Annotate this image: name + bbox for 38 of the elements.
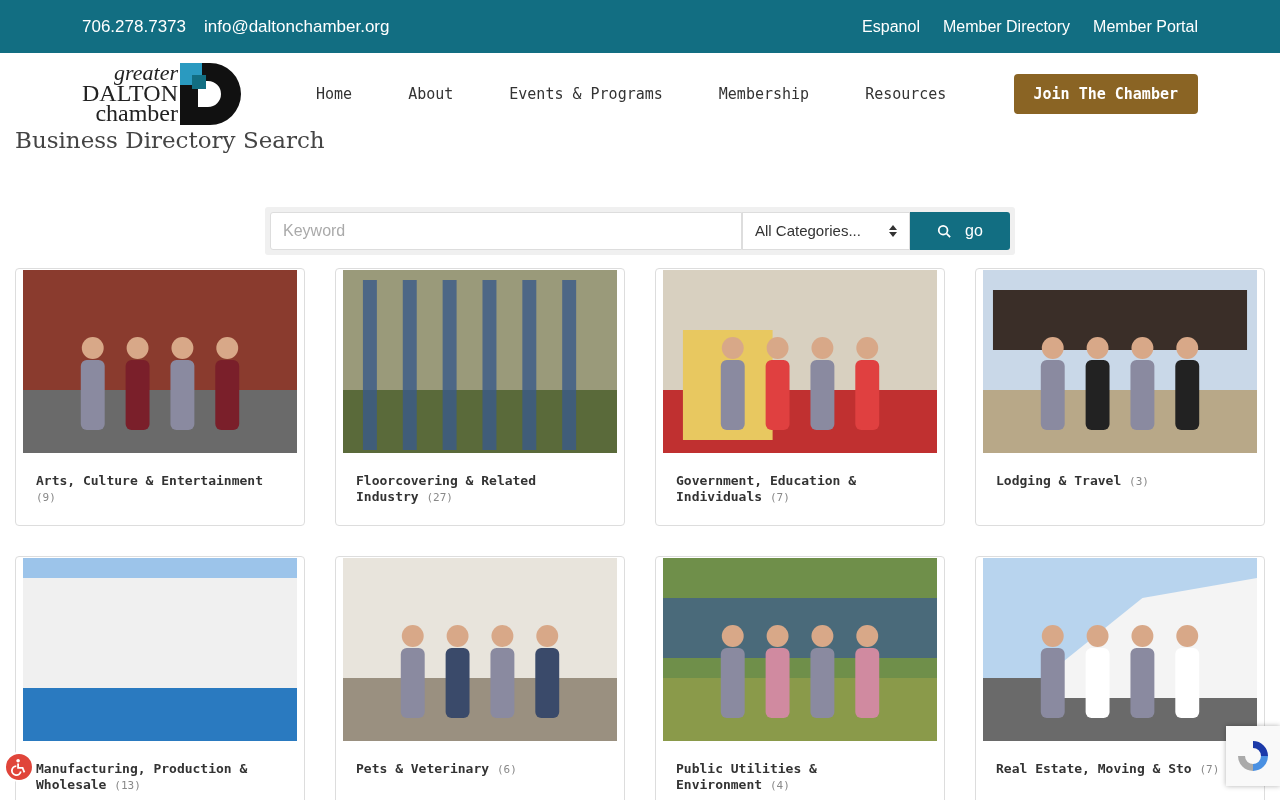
category-label: Government, Education & Individuals (7) [676,473,857,506]
logo-text: greater [114,64,178,83]
category-card[interactable]: Arts, Culture & Entertainment (9) [15,268,305,526]
category-card[interactable]: Lodging & Travel (3) [975,268,1265,526]
category-label: Arts, Culture & Entertainment (9) [36,473,264,506]
sort-arrows-icon [889,225,897,237]
nav-link[interactable]: Home [316,82,353,106]
logo-text: chamber [95,103,178,124]
category-card[interactable]: Pets & Veterinary (6) [335,556,625,800]
search-icon [937,224,952,238]
category-card[interactable]: Floorcovering & Related Industry (27) [335,268,625,526]
join-button[interactable]: Join The Chamber [1013,74,1198,114]
category-card[interactable]: Public Utilities & Environment (4) [655,556,945,800]
category-label: Public Utilities & Environment (4) [676,761,818,794]
top-link[interactable]: Member Directory [942,14,1071,39]
search-button[interactable]: go [910,212,1010,250]
category-label: Pets & Veterinary (6) [356,761,518,778]
page-title: Business Directory Search [14,127,326,153]
nav-link[interactable]: About [408,82,454,106]
logo-mark-icon [180,63,242,125]
nav-link[interactable]: Events & Programs [509,82,663,106]
top-link[interactable]: Espanol [862,14,920,39]
top-link[interactable]: Member Portal [1093,14,1198,39]
keyword-field[interactable]: Keyword [270,212,742,250]
category-card[interactable]: Real Estate, Moving & Sto (7) [975,556,1265,800]
email-link[interactable]: info@daltonchamber.org [204,13,390,40]
category-label: Manufacturing, Production & Wholesale (13) [36,761,249,794]
category-card[interactable]: Government, Education & Individuals (7) [655,268,945,526]
category-label: Real Estate, Moving & Sto (7) [996,761,1221,778]
category-select[interactable]: All Categories... [742,212,910,250]
nav-link[interactable]: Membership [718,82,810,106]
category-label: Lodging & Travel (3) [996,473,1150,490]
wheelchair-icon [10,758,28,776]
chamber-logo[interactable]: greater DALTON chamber [82,63,254,125]
category-label: Floorcovering & Related Industry (27) [356,473,537,506]
category-card[interactable]: Manufacturing, Production & Wholesale (13) [15,556,305,800]
phone-link[interactable]: 706.278.7373 [82,13,186,40]
nav-link[interactable]: Resources [865,82,947,106]
